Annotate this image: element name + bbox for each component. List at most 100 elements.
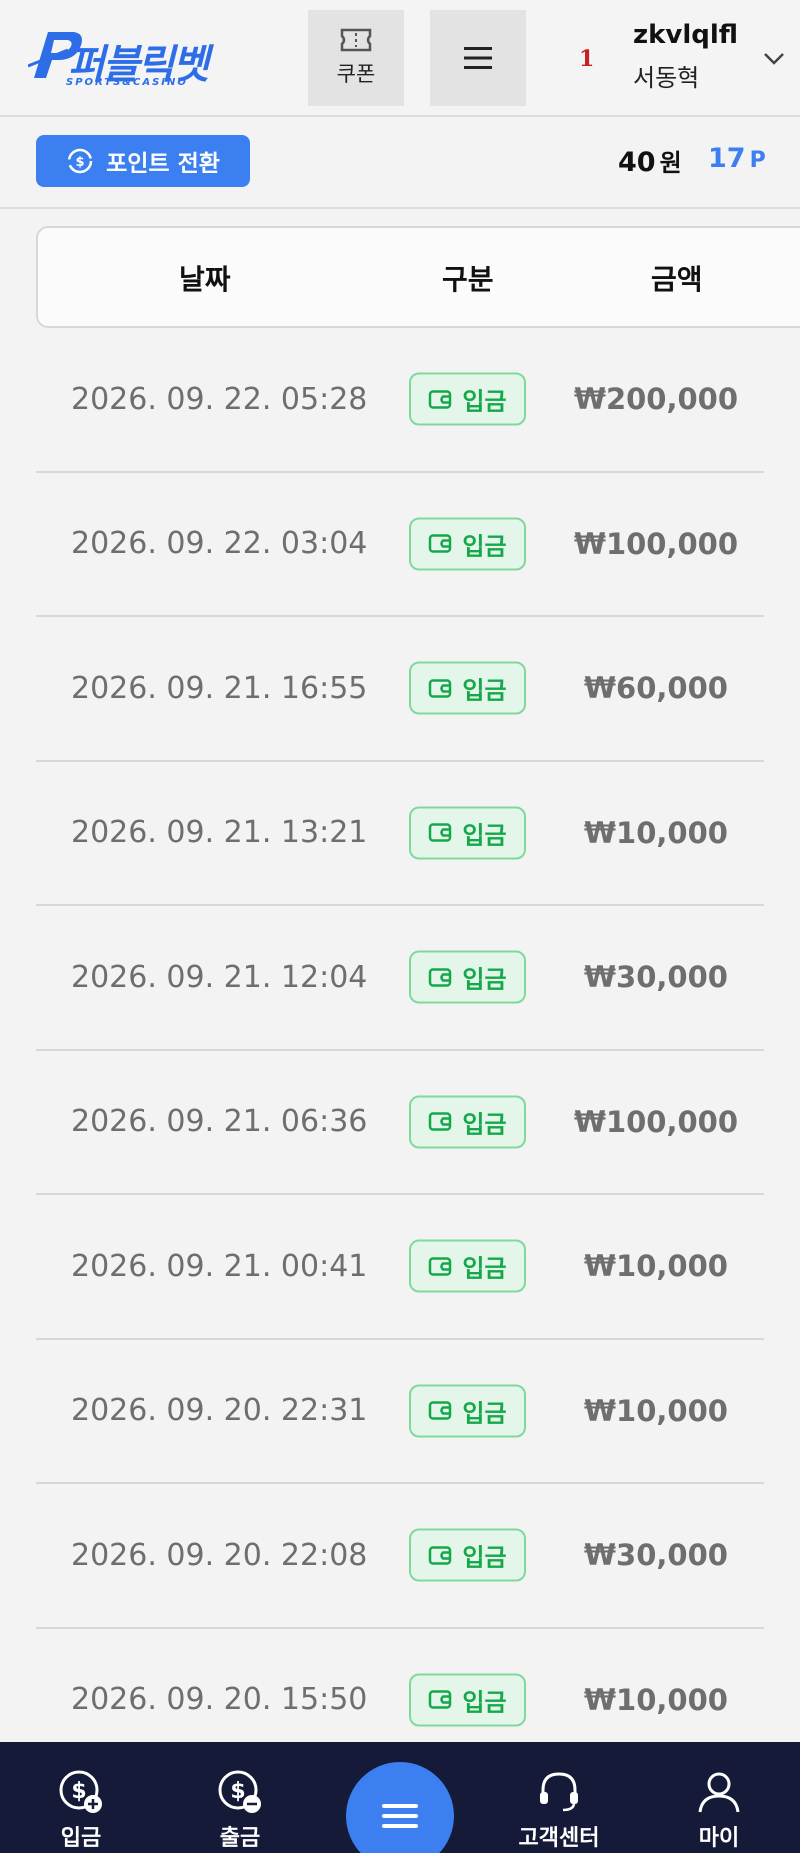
table-row: 2026. 09. 20. 22:08 입금 ₩30,000	[36, 1484, 764, 1629]
badge-label: 입금	[462, 532, 507, 561]
row-amount: ₩100,000	[573, 526, 739, 561]
row-date: 2026. 09. 21. 00:41	[71, 1248, 368, 1284]
coupon-label: 쿠폰	[336, 62, 376, 86]
table-row: 2026. 09. 21. 00:41 입금 ₩10,000	[36, 1195, 764, 1340]
deposit-icon: $	[59, 1770, 102, 1813]
cash-balance-unit: 원	[659, 149, 682, 177]
wallet-icon	[429, 823, 452, 842]
header-date: 날짜	[179, 263, 231, 296]
wallet-icon	[429, 968, 452, 987]
deposit-badge: 입금	[409, 1095, 526, 1149]
row-amount: ₩60,000	[584, 671, 728, 706]
point-convert-label: 포인트 전환	[106, 151, 220, 177]
table-row: 2026. 09. 21. 16:55 입금 ₩60,000	[36, 617, 764, 762]
svg-text:$: $	[71, 1779, 86, 1804]
header-type: 구분	[442, 263, 494, 296]
row-amount: ₩30,000	[584, 960, 728, 995]
wallet-icon	[429, 1546, 452, 1565]
logo-subtitle: SPORTS&CASINO	[66, 77, 188, 88]
point-convert-button[interactable]: $ 포인트 전환	[36, 135, 250, 187]
nav-my[interactable]: 마이	[664, 1768, 774, 1852]
nav-support[interactable]: 고객센터	[504, 1768, 614, 1852]
row-amount: ₩10,000	[584, 1249, 728, 1284]
table-row: 2026. 09. 20. 22:31 입금 ₩10,000	[36, 1340, 764, 1484]
menu-button[interactable]	[430, 10, 526, 106]
row-date: 2026. 09. 22. 05:28	[71, 381, 368, 417]
row-amount: ₩100,000	[573, 1104, 739, 1139]
row-date: 2026. 09. 21. 13:21	[71, 815, 368, 851]
level-badge: 1	[579, 46, 595, 72]
point-balance-value: 17	[708, 143, 746, 174]
table-row: 2026. 09. 21. 06:36 입금 ₩100,000	[36, 1051, 764, 1195]
withdraw-icon: $	[218, 1770, 261, 1813]
badge-label: 입금	[462, 1110, 507, 1139]
deposit-badge: 입금	[409, 372, 526, 426]
point-balance: 17 P	[708, 143, 766, 174]
row-amount: ₩10,000	[584, 1393, 728, 1428]
exchange-icon: $	[67, 148, 93, 174]
username: zkvlqlfl	[633, 20, 739, 50]
cash-balance-value: 40	[618, 147, 656, 178]
row-date: 2026. 09. 22. 03:04	[71, 526, 368, 562]
hamburger-icon	[464, 47, 492, 69]
row-date: 2026. 09. 21. 12:04	[71, 959, 368, 995]
nav-my-label: 마이	[698, 1826, 740, 1851]
wallet-icon	[429, 1401, 452, 1420]
site-logo[interactable]: 퍼블릭벳 SPORTS&CASINO	[28, 26, 238, 92]
ticket-icon	[340, 28, 372, 52]
deposit-badge: 입금	[409, 661, 526, 715]
badge-label: 입금	[462, 965, 507, 994]
chevron-down-icon	[764, 53, 784, 65]
svg-text:$: $	[76, 155, 85, 170]
table-row: 2026. 09. 22. 05:28 입금 ₩200,000	[36, 328, 764, 473]
nav-support-label: 고객센터	[518, 1826, 600, 1851]
table-row: 2026. 09. 22. 03:04 입금 ₩100,000	[36, 473, 764, 617]
row-date: 2026. 09. 21. 06:36	[71, 1104, 368, 1140]
user-menu[interactable]: 1 zkvlqlfl 서동혁	[575, 20, 795, 100]
hamburger-icon	[382, 1804, 418, 1828]
wallet-icon	[429, 534, 452, 553]
user-icon	[698, 1772, 740, 1813]
wallet-icon	[429, 1690, 452, 1709]
nav-deposit[interactable]: $ 입금	[26, 1768, 136, 1852]
headset-icon	[540, 1772, 578, 1812]
real-name: 서동혁	[633, 64, 700, 92]
wallet-icon	[429, 679, 452, 698]
badge-label: 입금	[462, 821, 507, 850]
nav-deposit-label: 입금	[60, 1826, 102, 1851]
point-balance-unit: P	[749, 148, 766, 173]
transaction-list: 2026. 09. 22. 05:28 입금 ₩200,000 2026. 09…	[36, 328, 764, 1773]
table-row: 2026. 09. 21. 12:04 입금 ₩30,000	[36, 906, 764, 1051]
deposit-badge: 입금	[409, 1528, 526, 1582]
deposit-badge: 입금	[409, 1384, 526, 1438]
row-date: 2026. 09. 20. 22:08	[71, 1537, 368, 1573]
table-row: 2026. 09. 21. 13:21 입금 ₩10,000	[36, 762, 764, 906]
wallet-icon	[429, 1257, 452, 1276]
nav-withdraw[interactable]: $ 출금	[185, 1768, 295, 1852]
coupon-button[interactable]: 쿠폰	[308, 10, 404, 106]
header: 퍼블릭벳 SPORTS&CASINO 쿠폰 1 zkvlqlfl 서동혁	[0, 0, 800, 117]
wallet-icon	[429, 390, 452, 409]
point-bar: $ 포인트 전환 40 원 17 P	[0, 119, 800, 209]
nav-withdraw-label: 출금	[219, 1826, 261, 1851]
row-amount: ₩200,000	[573, 382, 739, 417]
badge-label: 입금	[462, 1543, 507, 1572]
deposit-badge: 입금	[409, 950, 526, 1004]
badge-label: 입금	[462, 1688, 507, 1717]
deposit-badge: 입금	[409, 806, 526, 860]
wallet-icon	[429, 1112, 452, 1131]
deposit-badge: 입금	[409, 1673, 526, 1727]
table-header: 날짜 구분 금액	[36, 226, 800, 328]
badge-label: 입금	[462, 1254, 507, 1283]
deposit-badge: 입금	[409, 517, 526, 571]
cash-balance: 40 원	[618, 143, 682, 178]
badge-label: 입금	[462, 676, 507, 705]
badge-label: 입금	[462, 1399, 507, 1428]
deposit-badge: 입금	[409, 1239, 526, 1293]
row-amount: ₩10,000	[584, 815, 728, 850]
header-amount: 금액	[651, 263, 703, 296]
row-date: 2026. 09. 21. 16:55	[71, 670, 368, 706]
row-date: 2026. 09. 20. 22:31	[71, 1393, 368, 1429]
svg-text:$: $	[230, 1779, 245, 1804]
badge-label: 입금	[462, 387, 507, 416]
